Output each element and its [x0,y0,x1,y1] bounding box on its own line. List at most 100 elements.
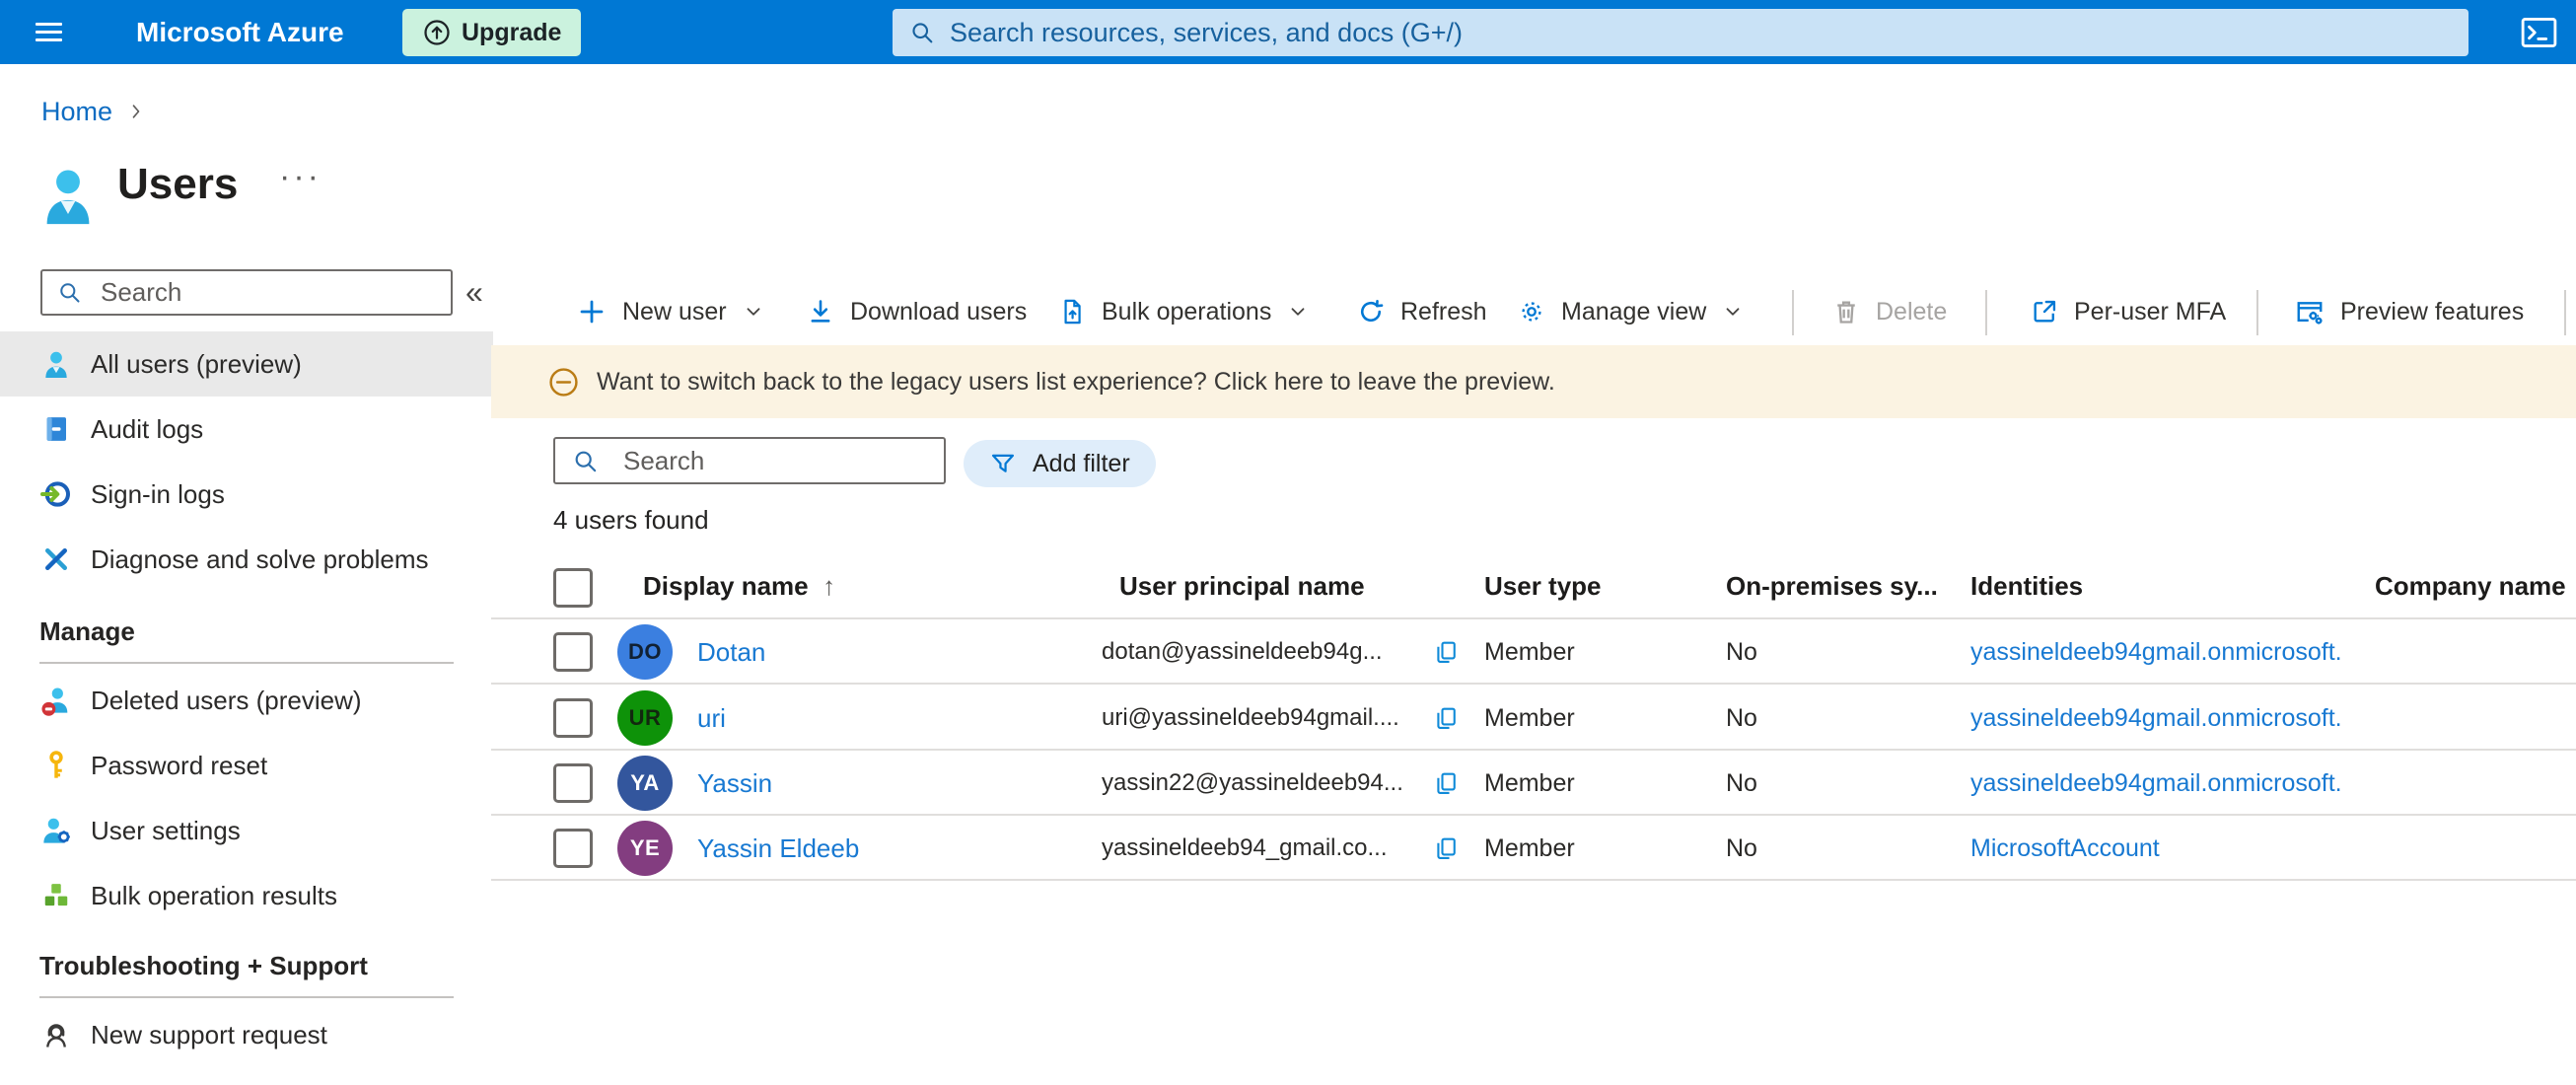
toolbar-divider [1792,290,1794,335]
bulk-operations-button[interactable]: Bulk operations [1058,286,1309,337]
manage-view-button[interactable]: Manage view [1518,286,1744,337]
row-checkbox[interactable] [553,698,593,738]
on-premises-sync: No [1726,834,1757,862]
sidebar-item-diagnose[interactable]: Diagnose and solve problems [0,527,493,592]
row-checkbox[interactable] [553,829,593,868]
column-user-type[interactable]: User type [1484,554,1602,617]
divider [39,996,454,998]
tools-icon [39,544,73,574]
copy-icon[interactable] [1432,769,1460,797]
support-headset-icon [39,1020,73,1049]
sidebar-item-label: All users (preview) [91,348,302,379]
per-user-mfa-button[interactable]: Per-user MFA [2031,286,2226,337]
toolbar-divider [2256,290,2258,335]
download-users-button[interactable]: Download users [807,286,1027,337]
sidebar-item-password-reset[interactable]: Password reset [0,733,493,798]
sidebar-item-new-support-request[interactable]: New support request [0,1002,493,1067]
search-icon [56,279,83,306]
table-header: Display name ↑ User principal name User … [491,554,2576,619]
sidebar-item-label: Audit logs [91,413,204,444]
sidebar-search-input[interactable] [99,276,441,309]
sidebar-item-user-settings[interactable]: User settings [0,798,493,863]
azure-portal: Microsoft Azure Upgrade Search resources… [0,0,2576,1085]
column-on-premises[interactable]: On-premises sy... [1726,554,1938,617]
users-page-icon [41,166,95,227]
hamburger-menu-icon[interactable] [36,23,62,41]
copy-icon[interactable] [1432,704,1460,732]
table-row[interactable]: UR uri uri@yassineldeeb94gmail.... Membe… [491,686,2576,751]
new-user-button[interactable]: New user [577,286,764,337]
sidebar-section-troubleshooting: Troubleshooting + Support [39,951,368,980]
user-display-name-link[interactable]: Dotan [697,619,765,685]
delete-button[interactable]: Delete [1832,286,1947,337]
table-row[interactable]: YE Yassin Eldeeb yassineldeeb94_gmail.co… [491,816,2576,881]
download-icon [807,298,834,326]
column-company-name[interactable]: Company name [2375,554,2566,617]
select-all-checkbox[interactable] [553,568,593,608]
table-row[interactable]: DO Dotan dotan@yassineldeeb94g... Member… [491,619,2576,685]
banner-text[interactable]: Want to switch back to the legacy users … [597,368,1555,397]
deleted-user-icon [39,685,73,716]
preview-features-button[interactable]: Preview features [2295,286,2524,337]
user-display-name-link[interactable]: Yassin Eldeeb [697,816,859,881]
download-users-label: Download users [850,297,1028,326]
identities-link[interactable]: yassineldeeb94gmail.onmicrosoft. [1970,686,2342,751]
copy-icon[interactable] [1432,638,1460,666]
search-icon [908,19,936,46]
user-type: Member [1484,704,1575,732]
refresh-button[interactable]: Refresh [1357,286,1487,337]
table-row[interactable]: YA Yassin yassin22@yassineldeeb94... Mem… [491,751,2576,816]
chevron-right-icon [126,102,146,121]
chevron-down-icon [1722,301,1744,323]
identities-link[interactable]: yassineldeeb94gmail.onmicrosoft. [1970,751,2342,816]
breadcrumb: Home [41,96,146,127]
collapse-sidebar-icon[interactable]: « [465,274,483,311]
sidebar-item-sign-in-logs[interactable]: Sign-in logs [0,462,493,527]
sidebar-item-label: Password reset [91,750,268,780]
sidebar-item-all-users[interactable]: All users (preview) [0,331,493,397]
trash-icon [1832,298,1860,326]
column-identities[interactable]: Identities [1970,554,2083,617]
more-options-icon[interactable]: ··· [279,158,322,196]
column-user-principal-name[interactable]: User principal name [1119,554,1365,617]
preview-banner: Want to switch back to the legacy users … [491,345,2576,418]
user-display-name-link[interactable]: uri [697,686,726,751]
upgrade-button[interactable]: Upgrade [402,9,582,56]
sidebar-item-label: Bulk operation results [91,880,338,910]
global-search [893,9,2469,56]
add-filter-button[interactable]: Add filter [964,440,1156,487]
list-search-input[interactable] [621,444,956,477]
user-gear-icon [39,815,73,846]
audit-logs-icon [39,414,73,444]
brand-title: Microsoft Azure [136,17,344,47]
sidebar-section-manage: Manage [39,616,135,646]
cubes-icon [39,881,73,910]
global-search-input[interactable] [948,16,2453,49]
user-display-name-link[interactable]: Yassin [697,751,772,816]
manage-view-label: Manage view [1561,297,1707,326]
identities-link[interactable]: yassineldeeb94gmail.onmicrosoft. [1970,619,2342,685]
sign-in-logs-icon [39,478,73,510]
identities-link[interactable]: MicrosoftAccount [1970,816,2160,881]
row-checkbox[interactable] [553,632,593,672]
avatar: UR [617,690,673,746]
sidebar-item-audit-logs[interactable]: Audit logs [0,397,493,462]
refresh-icon [1357,298,1385,326]
preview-features-icon [2295,297,2325,326]
sidebar-item-deleted-users[interactable]: Deleted users (preview) [0,668,493,733]
user-principal-name: yassineldeeb94_gmail.co... [1102,834,1388,861]
preview-features-label: Preview features [2340,297,2525,326]
cloud-shell-icon[interactable] [2521,17,2557,48]
plus-icon [577,297,607,326]
sidebar-item-label: Deleted users (preview) [91,685,362,715]
sidebar-item-bulk-results[interactable]: Bulk operation results [0,863,493,928]
user-type: Member [1484,769,1575,797]
breadcrumb-home-link[interactable]: Home [41,97,112,127]
top-bar: Microsoft Azure Upgrade [0,0,2576,64]
refresh-label: Refresh [1400,297,1487,326]
sidebar-item-label: New support request [91,1019,327,1049]
copy-icon[interactable] [1432,834,1460,862]
row-checkbox[interactable] [553,763,593,803]
user-type: Member [1484,834,1575,862]
column-display-name[interactable]: Display name ↑ [643,554,835,617]
